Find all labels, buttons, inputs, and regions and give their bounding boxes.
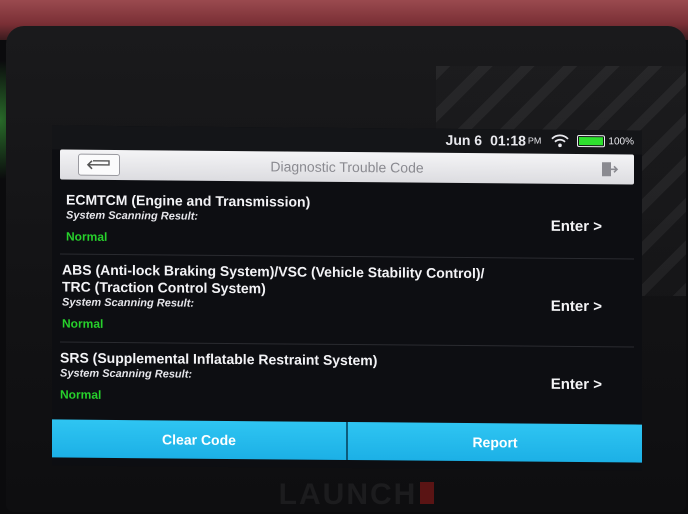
status-ampm: PM: [527, 135, 542, 146]
divider: [60, 341, 634, 348]
system-row-ecm[interactable]: ECMTCM (Engine and Transmission) System …: [52, 191, 642, 248]
exit-button[interactable]: [594, 158, 620, 180]
status-time: 01:18: [490, 132, 526, 149]
clear-code-button[interactable]: Clear Code: [52, 419, 346, 460]
device-brand-logo: LAUNCH: [278, 478, 418, 511]
action-bar: Clear Code Report: [52, 419, 642, 463]
system-row-abs[interactable]: ABS (Anti-lock Braking System)/VSC (Vehi…: [52, 261, 642, 335]
exit-icon: [594, 162, 620, 184]
enter-button[interactable]: Enter >: [551, 298, 602, 315]
enter-button[interactable]: Enter >: [551, 376, 602, 393]
wifi-icon: [551, 134, 570, 148]
battery-icon: [577, 135, 606, 148]
report-button[interactable]: Report: [346, 421, 642, 463]
divider: [60, 253, 634, 260]
status-date: Jun 6: [445, 131, 483, 149]
page-title: Diagnostic Trouble Code: [270, 158, 424, 176]
system-row-srs[interactable]: SRS (Supplemental Inflatable Restraint S…: [52, 349, 642, 406]
system-list: ECMTCM (Engine and Transmission) System …: [52, 183, 642, 402]
enter-button[interactable]: Enter >: [551, 218, 602, 235]
brand-mark: [420, 482, 434, 504]
screen: Jun 6 01:18 PM 100% Diagnostic Trouble C…: [52, 125, 642, 471]
battery-percent: 100%: [608, 135, 634, 148]
scan-result-status: Normal: [62, 316, 104, 331]
title-bar: Diagnostic Trouble Code: [60, 149, 634, 185]
